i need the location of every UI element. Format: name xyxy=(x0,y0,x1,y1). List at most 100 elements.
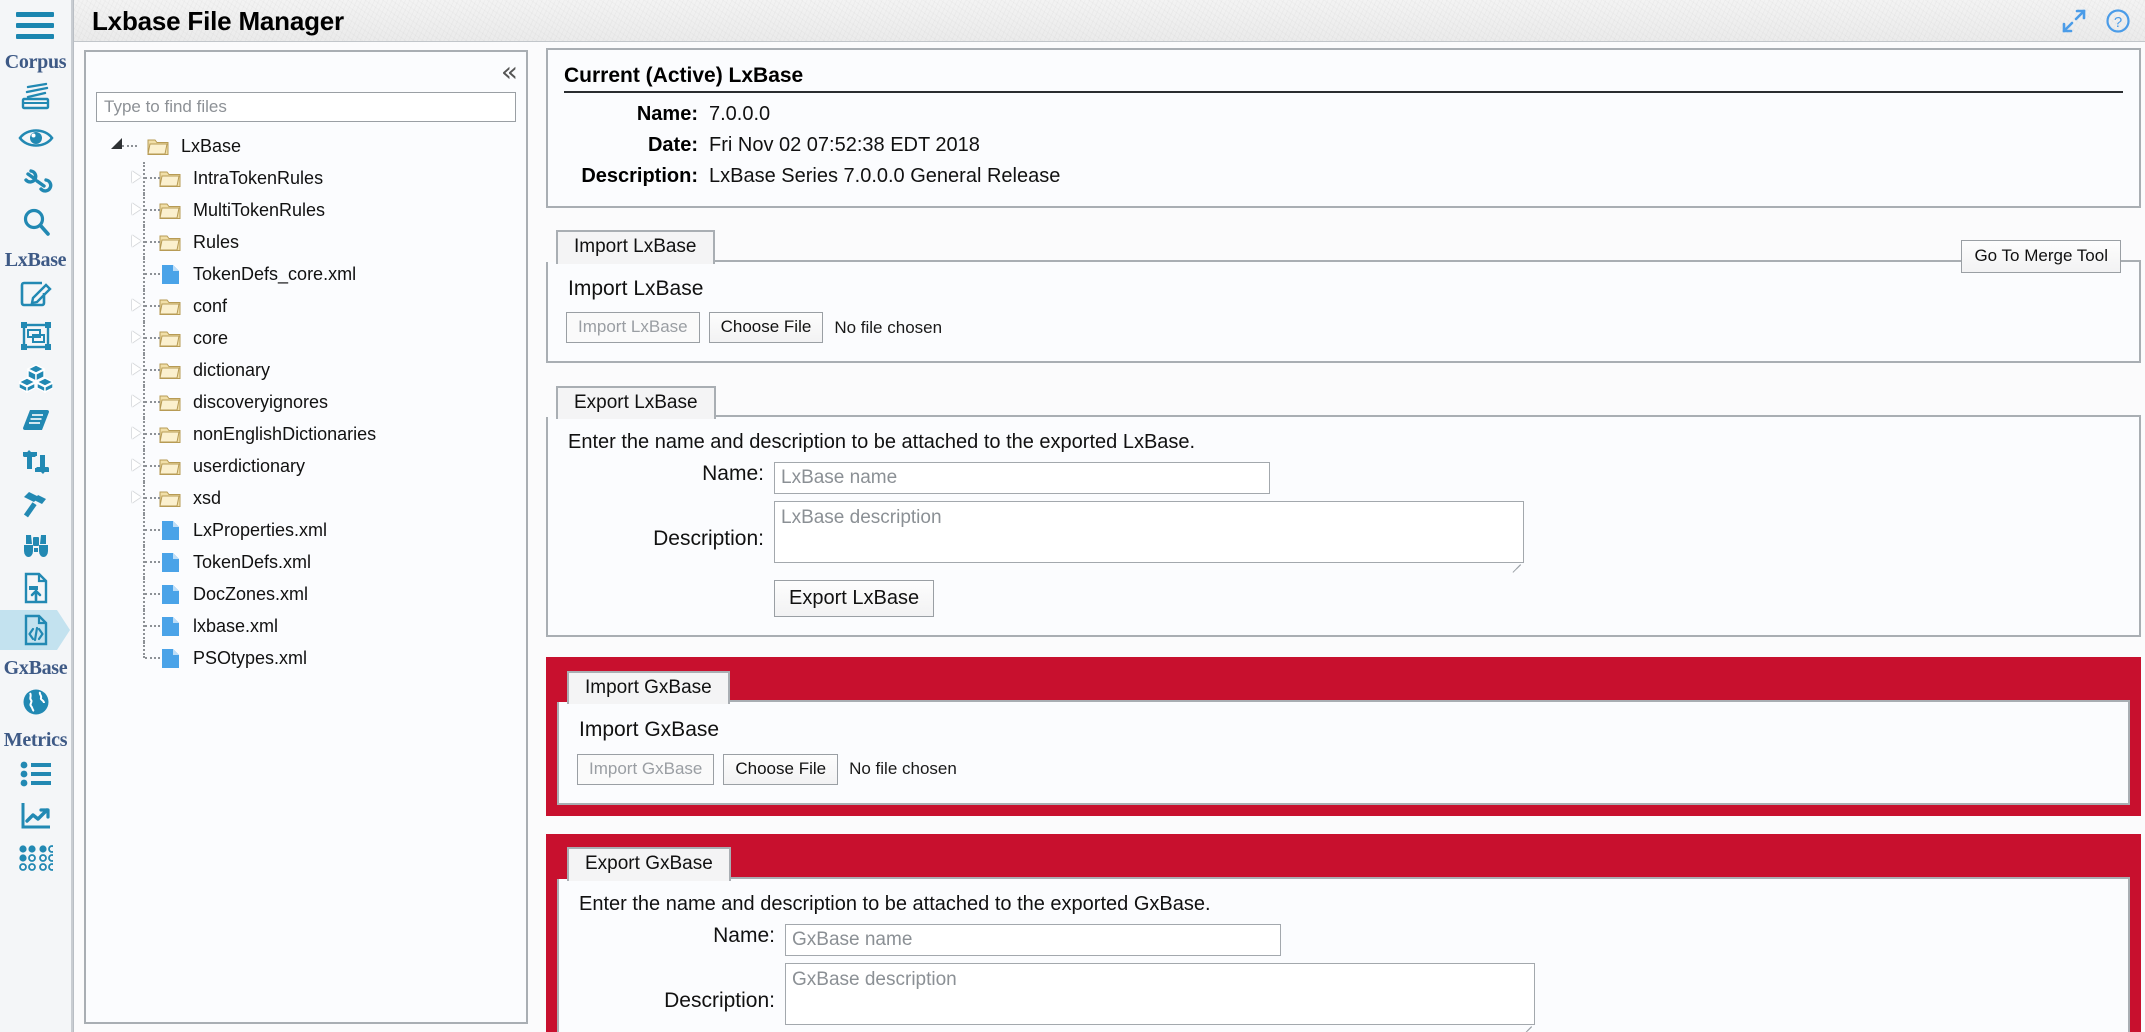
sidebar-item-metrics-list[interactable] xyxy=(0,754,71,794)
twisty-closed-icon[interactable] xyxy=(132,395,141,407)
twisty-closed-icon[interactable] xyxy=(132,363,141,375)
export-gxbase-name-input[interactable] xyxy=(785,924,1281,957)
tree-guide xyxy=(126,514,160,546)
dots-grid-icon xyxy=(18,845,53,871)
twisty-closed-icon[interactable] xyxy=(132,427,141,439)
gavel-icon xyxy=(20,489,52,519)
import-gxbase-highlight: Import GxBase Import GxBase Import GxBas… xyxy=(546,657,2141,817)
go-to-merge-tool-button[interactable]: Go To Merge Tool xyxy=(1961,240,2121,273)
sidebar-item-gxbase-globe[interactable] xyxy=(0,682,71,722)
hamburger-icon[interactable] xyxy=(15,10,56,40)
tree-node[interactable]: discoveryignores xyxy=(86,386,526,418)
sidebar-item-metrics-grid[interactable] xyxy=(0,838,71,878)
help-circle-icon[interactable]: ? xyxy=(2105,8,2131,34)
expand-arrows-icon[interactable] xyxy=(2061,8,2087,34)
layout-frame-icon xyxy=(20,321,52,351)
collapse-left-icon[interactable]: « xyxy=(501,58,518,86)
tree-guide xyxy=(126,354,160,386)
twisty-closed-icon[interactable] xyxy=(132,171,141,183)
tree-node[interactable]: DocZones.xml xyxy=(86,578,526,610)
sidebar-item-lxbase-blocks[interactable] xyxy=(0,358,71,398)
sidebar-item-lxbase-file-manager[interactable] xyxy=(0,610,71,650)
tab-export-gxbase[interactable]: Export GxBase xyxy=(567,847,731,882)
file-tree[interactable]: LxBase IntraTokenRules MultiTokenRules Rul… xyxy=(86,124,526,1022)
tree-guide xyxy=(126,642,160,674)
tree-guide xyxy=(126,386,160,418)
tree-node[interactable]: IntraTokenRules xyxy=(86,162,526,194)
tree-node[interactable]: nonEnglishDictionaries xyxy=(86,418,526,450)
tree-node[interactable]: PSOtypes.xml xyxy=(86,642,526,674)
tab-import-lxbase[interactable]: Import LxBase xyxy=(556,230,715,264)
sidebar-item-lxbase-dictionary[interactable] xyxy=(0,400,71,440)
export-gxbase-tabstrip: Export GxBase xyxy=(557,845,2130,882)
folder-icon xyxy=(156,329,184,348)
tree-node[interactable]: MultiTokenRules xyxy=(86,194,526,226)
import-lxbase-file-row: Import LxBase Choose File No file chosen xyxy=(566,311,2121,344)
svg-text:?: ? xyxy=(2114,14,2122,31)
twisty-closed-icon[interactable] xyxy=(132,331,141,343)
tree-node[interactable]: dictionary xyxy=(86,354,526,386)
export-lxbase-panel: Enter the name and description to be att… xyxy=(546,417,2141,638)
tree-node[interactable]: LxProperties.xml xyxy=(86,514,526,546)
tree-node[interactable]: userdictionary xyxy=(86,450,526,482)
list-icon xyxy=(20,761,52,787)
tree-node[interactable]: xsd xyxy=(86,482,526,514)
import-gxbase-button[interactable]: Import GxBase xyxy=(577,753,715,786)
sidebar-item-lxbase-discovery[interactable] xyxy=(0,526,71,566)
twisty-open-icon[interactable] xyxy=(111,138,122,149)
sidebar-item-corpus-link[interactable] xyxy=(0,160,71,200)
tree-node-root[interactable]: LxBase xyxy=(86,130,526,162)
choose-file-button-lxbase[interactable]: Choose File xyxy=(708,311,824,344)
sidebar-item-lxbase-edit[interactable] xyxy=(0,274,71,314)
tree-node[interactable]: lxbase.xml xyxy=(86,610,526,642)
sidebar-item-lxbase-upload[interactable] xyxy=(0,568,71,608)
sidebar-item-corpus-load[interactable] xyxy=(0,76,71,116)
file-icon xyxy=(156,552,184,573)
sidebar-item-lxbase-layout[interactable] xyxy=(0,316,71,356)
rail-group-label-gxbase: GxBase xyxy=(3,657,68,679)
import-lxbase-heading: Import LxBase xyxy=(568,276,704,300)
file-icon xyxy=(156,648,184,669)
sidebar-item-corpus-view[interactable] xyxy=(0,118,71,158)
export-lxbase-button[interactable]: Export LxBase xyxy=(774,580,935,618)
import-gxbase-panel: Import GxBase Import GxBase Choose File … xyxy=(557,702,2130,806)
window-body: « Type to find files LxBase IntraTokenRu… xyxy=(74,42,2145,1032)
sidebar-item-metrics-chart[interactable] xyxy=(0,796,71,836)
twisty-closed-icon[interactable] xyxy=(132,203,141,215)
choose-file-button-gxbase[interactable]: Choose File xyxy=(723,753,839,786)
tree-node[interactable]: TokenDefs.xml xyxy=(86,546,526,578)
sidebar-item-lxbase-swap[interactable] xyxy=(0,442,71,482)
tab-export-lxbase[interactable]: Export LxBase xyxy=(556,385,716,420)
description-label: Description: xyxy=(581,165,698,187)
search-input[interactable] xyxy=(96,92,516,122)
export-gxbase-desc-textarea[interactable] xyxy=(785,963,1535,1026)
twisty-closed-icon[interactable] xyxy=(132,235,141,247)
twisty-closed-icon[interactable] xyxy=(132,459,141,471)
export-lxbase-desc-textarea[interactable] xyxy=(774,501,1524,564)
tree-node[interactable]: TokenDefs_core.xml xyxy=(86,258,526,290)
sidebar-item-lxbase-rules[interactable] xyxy=(0,484,71,524)
current-lxbase-name-row: Name: 7.0.0.0 xyxy=(564,99,2123,130)
export-gxbase-desc-wrap xyxy=(785,963,1535,1032)
tree-node[interactable]: Rules xyxy=(86,226,526,258)
current-lxbase-heading: Current (Active) LxBase xyxy=(564,64,2123,93)
tree-guide xyxy=(126,578,160,610)
twisty-closed-icon[interactable] xyxy=(132,491,141,503)
tree-node-label: userdictionary xyxy=(193,456,306,476)
tab-import-gxbase[interactable]: Import GxBase xyxy=(567,670,730,705)
swap-arrows-icon xyxy=(19,448,53,476)
current-lxbase-date-row: Date: Fri Nov 02 07:52:38 EDT 2018 xyxy=(564,130,2123,161)
tree-node-label: nonEnglishDictionaries xyxy=(193,424,377,444)
import-gxbase-section: Import GxBase Import GxBase Import GxBas… xyxy=(557,668,2130,806)
tree-node[interactable]: conf xyxy=(86,290,526,322)
tree-node[interactable]: core xyxy=(86,322,526,354)
app-root: Corpus LxBase GxBase Metrics Lxbase File… xyxy=(0,0,2145,1032)
description-value: LxBase Series 7.0.0.0 General Release xyxy=(709,165,1061,187)
sidebar-item-corpus-search[interactable] xyxy=(0,202,71,242)
twisty-closed-icon[interactable] xyxy=(132,299,141,311)
export-lxbase-name-input[interactable] xyxy=(774,462,1270,495)
tree-node-label: xsd xyxy=(193,488,222,508)
import-lxbase-button[interactable]: Import LxBase xyxy=(566,311,700,344)
export-lxbase-description: Enter the name and description to be att… xyxy=(568,431,1196,454)
export-lxbase-name-row: Name: xyxy=(566,462,2121,495)
